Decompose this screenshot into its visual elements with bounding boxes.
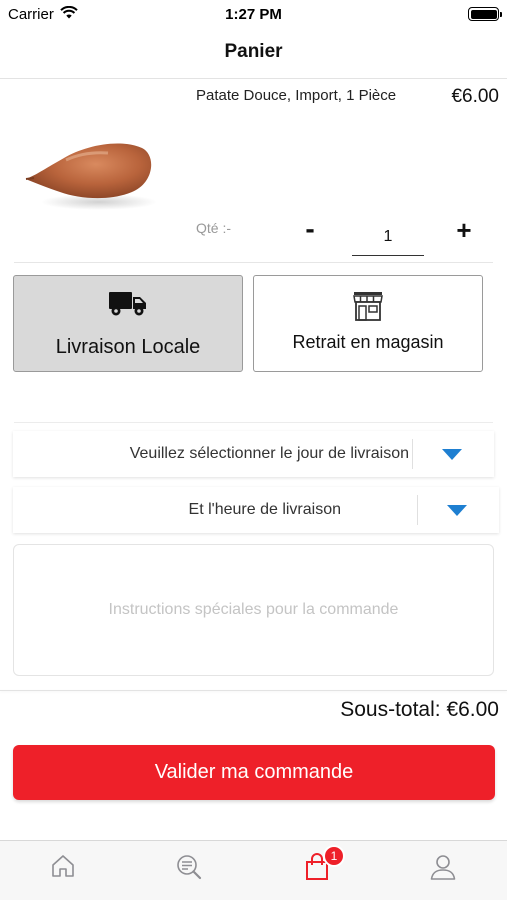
- status-bar: Carrier 1:27 PM: [0, 0, 507, 28]
- select-separator: [417, 495, 418, 525]
- truck-icon: [14, 290, 242, 318]
- nav-bar: Panier: [0, 28, 507, 79]
- divider: [0, 690, 507, 691]
- tab-home[interactable]: [43, 853, 83, 889]
- special-instructions-box: [13, 544, 494, 676]
- local-delivery-option[interactable]: Livraison Locale: [13, 275, 243, 372]
- chevron-down-icon[interactable]: [442, 449, 462, 460]
- delivery-day-select[interactable]: Veuillez sélectionner le jour de livrais…: [13, 431, 494, 477]
- checkout-button[interactable]: Valider ma commande: [13, 745, 495, 800]
- divider: [14, 262, 493, 263]
- increase-quantity-button[interactable]: +: [450, 212, 478, 248]
- special-instructions-field[interactable]: [14, 545, 493, 675]
- sweet-potato-image: [24, 128, 159, 218]
- local-delivery-label: Livraison Locale: [55, 336, 201, 358]
- tab-search[interactable]: [169, 853, 209, 889]
- chevron-down-icon[interactable]: [447, 505, 467, 516]
- product-price: €6.00: [451, 86, 499, 107]
- quantity-field[interactable]: 1: [352, 226, 424, 256]
- delivery-day-select-label: Veuillez sélectionner le jour de livrais…: [129, 445, 409, 462]
- delivery-time-select-label: Et l'heure de livraison: [188, 501, 341, 518]
- tab-cart[interactable]: 1: [297, 845, 345, 889]
- home-icon: [50, 853, 76, 889]
- store-pickup-option[interactable]: Retrait en magasin: [253, 275, 483, 372]
- user-icon: [429, 853, 457, 889]
- delivery-time-select[interactable]: Et l'heure de livraison: [13, 487, 499, 533]
- store-icon: [254, 290, 482, 322]
- quantity-label: Qté :-: [196, 220, 232, 236]
- clock: 1:27 PM: [225, 6, 282, 23]
- subtotal: Sous-total: €6.00: [340, 698, 499, 721]
- page-title: Panier: [224, 41, 283, 62]
- battery-icon: [468, 7, 502, 21]
- divider: [14, 422, 493, 423]
- cart-count-badge: 1: [323, 845, 345, 867]
- decrease-quantity-button[interactable]: -: [296, 212, 324, 248]
- select-separator: [412, 439, 413, 469]
- tab-profile[interactable]: [423, 853, 463, 889]
- product-name: Patate Douce, Import, 1 Pièce: [196, 87, 397, 104]
- store-pickup-label: Retrait en magasin: [292, 332, 444, 352]
- search-list-icon: [175, 853, 203, 889]
- tab-bar: 1: [0, 840, 507, 900]
